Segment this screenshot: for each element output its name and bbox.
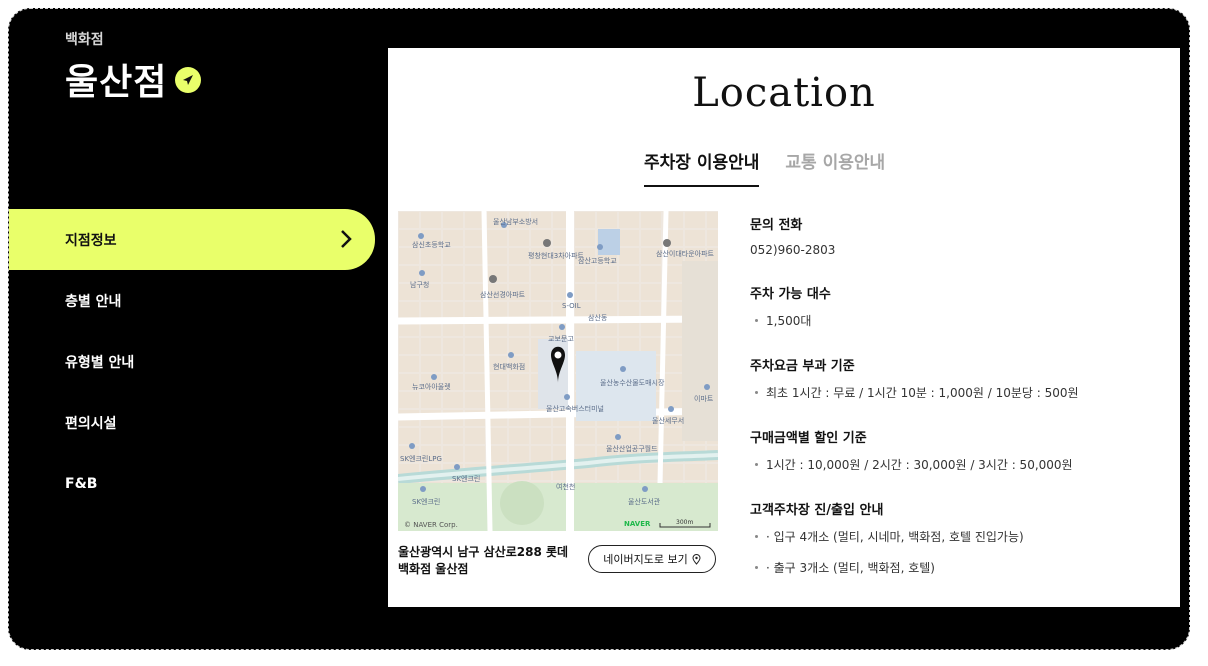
tab-transport[interactable]: 교통 이용안내 <box>785 148 885 187</box>
map-label: SK엔크린 <box>412 497 440 506</box>
bullet-dot <box>755 463 758 466</box>
map-scale: 300m <box>676 519 693 526</box>
sidebar-item-store-info[interactable]: 지점정보 <box>9 209 375 270</box>
map-label: 삼산이대타운아파트 <box>656 249 715 258</box>
capacity-heading: 주차 가능 대수 <box>750 287 831 302</box>
map-label: 울산고속버스터미널 <box>546 404 604 413</box>
sidebar-item-label: F&B <box>65 475 98 492</box>
map-label: 교보문고 <box>548 335 574 343</box>
page-title: Location <box>692 70 876 116</box>
bullet-dot <box>755 535 758 538</box>
sidebar-item-type-guide[interactable]: 유형별 안내 <box>9 331 375 392</box>
capacity-value: 1,500대 <box>766 314 812 328</box>
button-label: 네이버지도로 보기 <box>603 553 688 566</box>
location-panel: Location 주차장 이용안내 교통 이용안내 삼신초등학교 울산남부소방서… <box>388 48 1180 607</box>
store-title: 울산점 <box>65 62 168 103</box>
sidebar-item-facilities[interactable]: 편의시설 <box>9 392 375 453</box>
sidebar-item-floor-guide[interactable]: 층별 안내 <box>9 270 375 331</box>
map-label: 뉴코아아울렛 <box>412 382 451 391</box>
chevron-right-icon <box>341 230 352 248</box>
gate-item: · 출구 3개소 (멀티, 백화점, 호텔) <box>750 559 1170 576</box>
map-label: 평창현대3차아파트 <box>528 251 585 260</box>
contact-heading: 문의 전화 <box>750 218 803 233</box>
discount-item: 1시간 : 10,000원 / 2시간 : 30,000원 / 3시간 : 50… <box>750 456 1170 473</box>
map-label: 울산남부소방서 <box>493 217 538 226</box>
map-label: SK엔크린LPG <box>400 454 442 463</box>
bullet-dot <box>755 319 758 322</box>
sidebar-item-fnb[interactable]: F&B <box>9 453 375 514</box>
fee-value: 최초 1시간 : 무료 / 1시간 10분 : 1,000원 / 10분당 : … <box>766 386 1079 400</box>
map-label: 남구청 <box>410 280 429 289</box>
open-naver-map-button[interactable]: 네이버지도로 보기 <box>588 545 716 573</box>
map-label: 울산농수산물도매시장 <box>600 378 665 387</box>
bullet-dot <box>755 391 758 394</box>
map-label: 삼산동 <box>588 313 608 322</box>
map-label: 현대백화점 <box>493 362 525 371</box>
tab-parking[interactable]: 주차장 이용안내 <box>644 148 760 187</box>
naver-logo: NAVER <box>624 520 651 528</box>
map-label: 울산세무서 <box>652 416 684 425</box>
map-label: 울산도서관 <box>628 497 661 506</box>
map-label: 삼산고등학교 <box>578 256 617 265</box>
discount-value: 1시간 : 10,000원 / 2시간 : 30,000원 / 3시간 : 50… <box>766 458 1073 472</box>
discount-heading: 구매금액별 할인 기준 <box>750 431 867 446</box>
location-pin-icon <box>692 553 701 565</box>
brand-subtitle: 백화점 <box>65 32 104 48</box>
sidebar-item-label: 유형별 안내 <box>65 354 135 371</box>
app-frame: 백화점 울산점 지점정보 층별 안내 유형별 안내 편의시설 F&B Locat… <box>8 8 1190 650</box>
navigate-arrow-icon[interactable] <box>175 67 201 93</box>
gate-heading: 고객주차장 진/출입 안내 <box>750 503 884 518</box>
map-canvas: 삼신초등학교 울산남부소방서 평창현대3차아파트 삼산고등학교 삼산이대타운아파… <box>398 211 718 531</box>
map-label: 이마트 <box>694 394 714 403</box>
map-label: 울산산업공구월드 <box>606 444 658 453</box>
location-map[interactable]: 삼신초등학교 울산남부소방서 평창현대3차아파트 삼산고등학교 삼산이대타운아파… <box>398 211 718 531</box>
gate-item: · 입구 4개소 (멀티, 시네마, 백화점, 호텔 진입가능) <box>750 528 1170 545</box>
fee-heading: 주차요금 부과 기준 <box>750 359 855 374</box>
gate-exit: · 출구 3개소 (멀티, 백화점, 호텔) <box>766 561 935 575</box>
map-label: 삼산선경아파트 <box>480 290 526 299</box>
fee-item: 최초 1시간 : 무료 / 1시간 10분 : 1,000원 / 10분당 : … <box>750 384 1170 401</box>
sidebar-nav: 지점정보 층별 안내 유형별 안내 편의시설 F&B <box>9 209 375 514</box>
store-address: 울산광역시 남구 삼산로288 롯데백화점 울산점 <box>398 545 569 576</box>
bullet-dot <box>755 566 758 569</box>
map-label: 여천천 <box>556 482 575 491</box>
sidebar-item-label: 편의시설 <box>65 415 117 432</box>
sidebar-item-label: 층별 안내 <box>65 293 122 310</box>
parking-info: 문의 전화 052)960-2803 주차 가능 대수 1,500대 주차요금 … <box>750 214 1170 590</box>
map-label: SK엔크린 <box>452 474 480 483</box>
map-label: S-OIL <box>562 302 581 310</box>
sidebar-item-label: 지점정보 <box>65 232 117 249</box>
capacity-item: 1,500대 <box>750 312 1170 329</box>
map-label: 삼신초등학교 <box>412 240 451 249</box>
contact-phone: 052)960-2803 <box>750 243 836 257</box>
gate-entry: · 입구 4개소 (멀티, 시네마, 백화점, 호텔 진입가능) <box>766 530 1024 544</box>
tab-bar: 주차장 이용안내 교통 이용안내 <box>644 148 885 187</box>
map-credit: © NAVER Corp. <box>404 521 458 529</box>
